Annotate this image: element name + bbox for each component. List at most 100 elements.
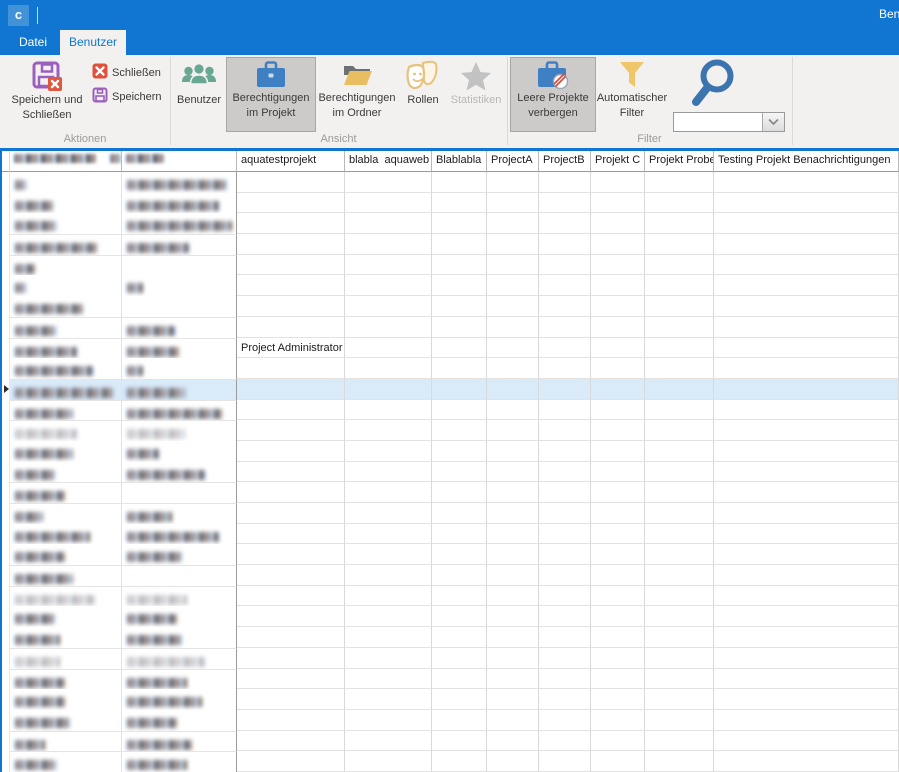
column-header-login[interactable]	[122, 151, 237, 172]
save-button[interactable]: Speichern	[92, 87, 162, 107]
permission-cell[interactable]	[539, 213, 591, 234]
permission-cell[interactable]	[591, 524, 645, 545]
permission-cell[interactable]	[645, 441, 714, 462]
permission-cell[interactable]	[539, 255, 591, 276]
permission-cell[interactable]	[591, 627, 645, 648]
permission-cell[interactable]	[591, 275, 645, 296]
permission-cell[interactable]	[237, 544, 345, 565]
permission-cell[interactable]	[487, 193, 539, 214]
permission-cell[interactable]	[432, 296, 487, 317]
permission-cell[interactable]	[539, 586, 591, 607]
table-row[interactable]	[2, 296, 899, 317]
permission-cell[interactable]	[645, 669, 714, 690]
permission-cell[interactable]	[714, 275, 899, 296]
permission-cell[interactable]	[487, 296, 539, 317]
table-row[interactable]	[2, 193, 899, 214]
permission-cell[interactable]	[432, 524, 487, 545]
permission-cell[interactable]	[432, 751, 487, 772]
permission-cell[interactable]	[487, 172, 539, 193]
permission-cell[interactable]	[487, 213, 539, 234]
permission-cell[interactable]	[591, 358, 645, 379]
table-row[interactable]	[2, 358, 899, 379]
permission-cell[interactable]	[487, 751, 539, 772]
permission-cell[interactable]	[345, 255, 432, 276]
permission-cell[interactable]	[645, 482, 714, 503]
column-header-project[interactable]: Projekt Probe	[645, 151, 714, 172]
permission-cell[interactable]	[487, 648, 539, 669]
permission-cell[interactable]	[714, 462, 899, 483]
permission-cell[interactable]	[432, 731, 487, 752]
permission-cell[interactable]	[432, 358, 487, 379]
permission-cell[interactable]	[432, 172, 487, 193]
permission-cell[interactable]	[539, 606, 591, 627]
column-header-project[interactable]: ProjectA	[487, 151, 539, 172]
rollen-button[interactable]: Rollen	[400, 58, 446, 130]
permission-cell[interactable]	[591, 565, 645, 586]
permission-cell[interactable]	[539, 338, 591, 359]
permission-cell[interactable]	[432, 606, 487, 627]
permission-cell[interactable]	[714, 669, 899, 690]
permission-cell[interactable]	[487, 731, 539, 752]
permission-cell[interactable]	[645, 172, 714, 193]
permission-cell[interactable]	[714, 627, 899, 648]
permission-cell[interactable]	[487, 317, 539, 338]
permission-cell[interactable]	[432, 710, 487, 731]
permission-cell[interactable]	[345, 213, 432, 234]
table-row[interactable]	[2, 606, 899, 627]
permission-cell[interactable]	[487, 669, 539, 690]
permission-cell[interactable]	[487, 710, 539, 731]
permission-cell[interactable]	[591, 462, 645, 483]
table-row[interactable]	[2, 648, 899, 669]
permission-cell[interactable]	[591, 606, 645, 627]
permission-cell[interactable]	[714, 710, 899, 731]
permission-cell[interactable]	[714, 544, 899, 565]
permission-cell[interactable]	[345, 731, 432, 752]
permission-cell[interactable]	[487, 338, 539, 359]
permission-cell[interactable]	[487, 400, 539, 421]
permission-cell[interactable]	[714, 317, 899, 338]
permission-cell[interactable]	[432, 338, 487, 359]
permission-cell[interactable]	[487, 627, 539, 648]
permission-cell[interactable]	[591, 234, 645, 255]
permission-cell[interactable]	[645, 544, 714, 565]
permission-cell[interactable]	[714, 731, 899, 752]
permission-cell[interactable]	[714, 441, 899, 462]
permission-cell[interactable]	[237, 400, 345, 421]
table-row[interactable]	[2, 627, 899, 648]
table-row[interactable]	[2, 234, 899, 255]
permission-cell[interactable]	[591, 193, 645, 214]
permission-cell[interactable]	[487, 482, 539, 503]
permission-cell[interactable]	[539, 565, 591, 586]
permission-cell[interactable]	[714, 338, 899, 359]
permission-cell[interactable]	[591, 255, 645, 276]
permission-cell[interactable]	[591, 400, 645, 421]
permission-cell[interactable]	[714, 379, 899, 400]
permission-cell[interactable]	[237, 648, 345, 669]
permission-cell[interactable]	[539, 193, 591, 214]
permission-cell[interactable]	[237, 627, 345, 648]
permission-cell[interactable]	[714, 503, 899, 524]
permission-cell[interactable]	[539, 234, 591, 255]
permission-cell[interactable]	[645, 420, 714, 441]
permission-cell[interactable]	[714, 234, 899, 255]
permission-cell[interactable]	[432, 234, 487, 255]
permission-cell[interactable]	[645, 462, 714, 483]
permission-cell[interactable]	[539, 669, 591, 690]
permission-cell[interactable]	[345, 462, 432, 483]
permission-cell[interactable]	[432, 379, 487, 400]
permission-cell[interactable]	[237, 565, 345, 586]
permission-cell[interactable]	[539, 648, 591, 669]
permission-cell[interactable]	[345, 234, 432, 255]
permission-cell[interactable]	[539, 420, 591, 441]
table-row[interactable]	[2, 213, 899, 234]
permission-cell[interactable]	[645, 338, 714, 359]
permission-cell[interactable]	[487, 420, 539, 441]
permission-cell[interactable]	[714, 255, 899, 276]
table-row[interactable]	[2, 751, 899, 772]
search-combobox[interactable]	[673, 112, 785, 132]
permission-cell[interactable]	[237, 689, 345, 710]
permission-cell[interactable]	[345, 482, 432, 503]
permission-cell[interactable]	[432, 627, 487, 648]
permission-cell[interactable]	[645, 296, 714, 317]
permission-cell[interactable]	[539, 317, 591, 338]
